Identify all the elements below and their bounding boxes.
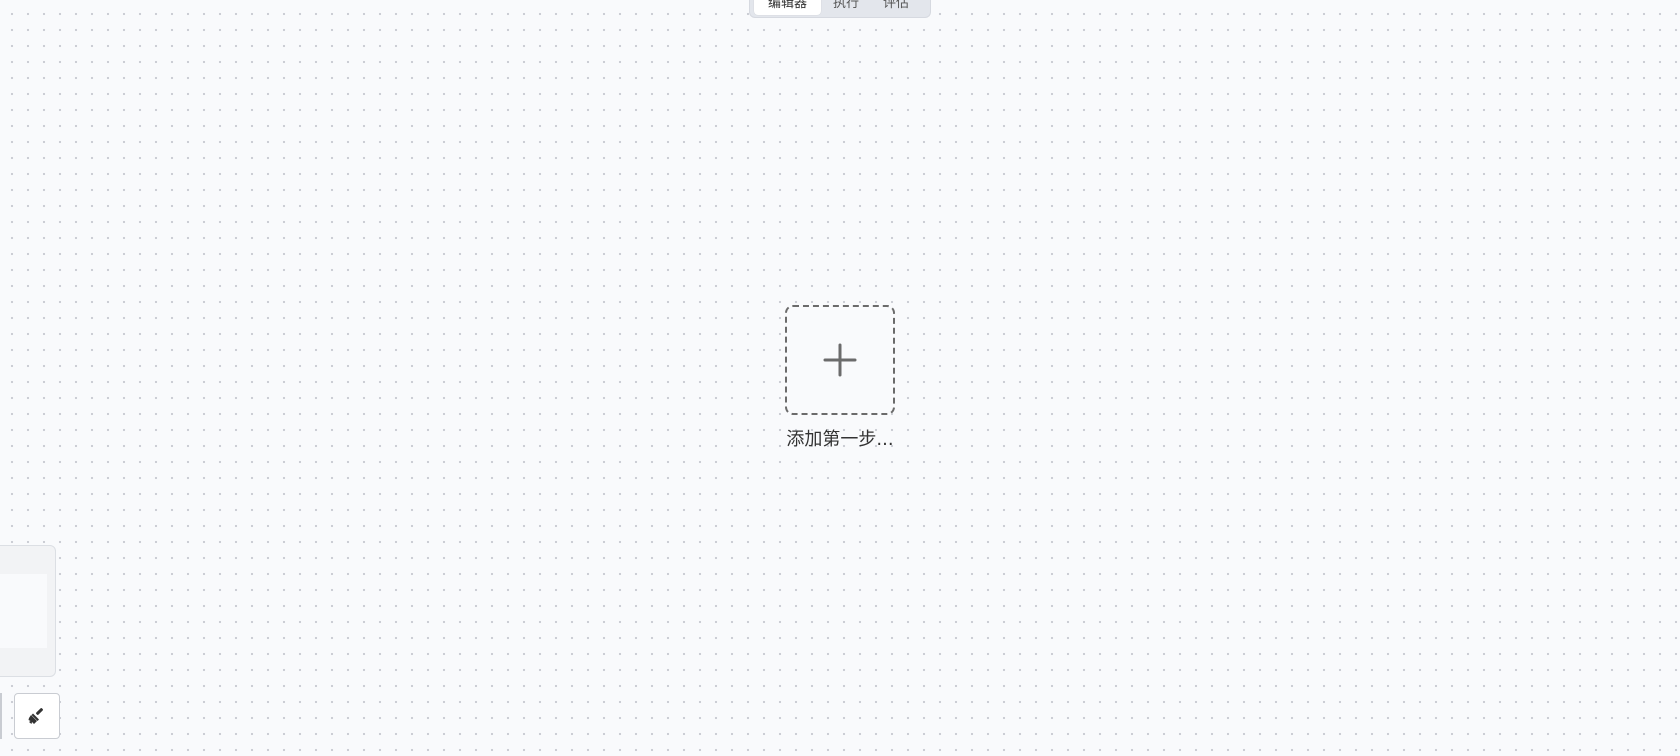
side-panel <box>0 545 56 677</box>
tab-evaluations[interactable]: 评估 <box>871 0 921 15</box>
tab-executions[interactable]: 执行 <box>821 0 871 15</box>
mode-tabs: 编辑器 执行 评估 <box>749 0 931 18</box>
partial-button-edge <box>0 693 2 739</box>
add-first-step-button[interactable] <box>785 305 895 415</box>
tab-editor[interactable]: 编辑器 <box>754 0 822 15</box>
clear-canvas-button[interactable] <box>14 693 60 739</box>
plus-icon <box>823 343 857 377</box>
add-first-step-label: 添加第一步... <box>786 429 894 450</box>
side-panel-content <box>0 574 47 648</box>
broom-icon <box>28 708 43 724</box>
